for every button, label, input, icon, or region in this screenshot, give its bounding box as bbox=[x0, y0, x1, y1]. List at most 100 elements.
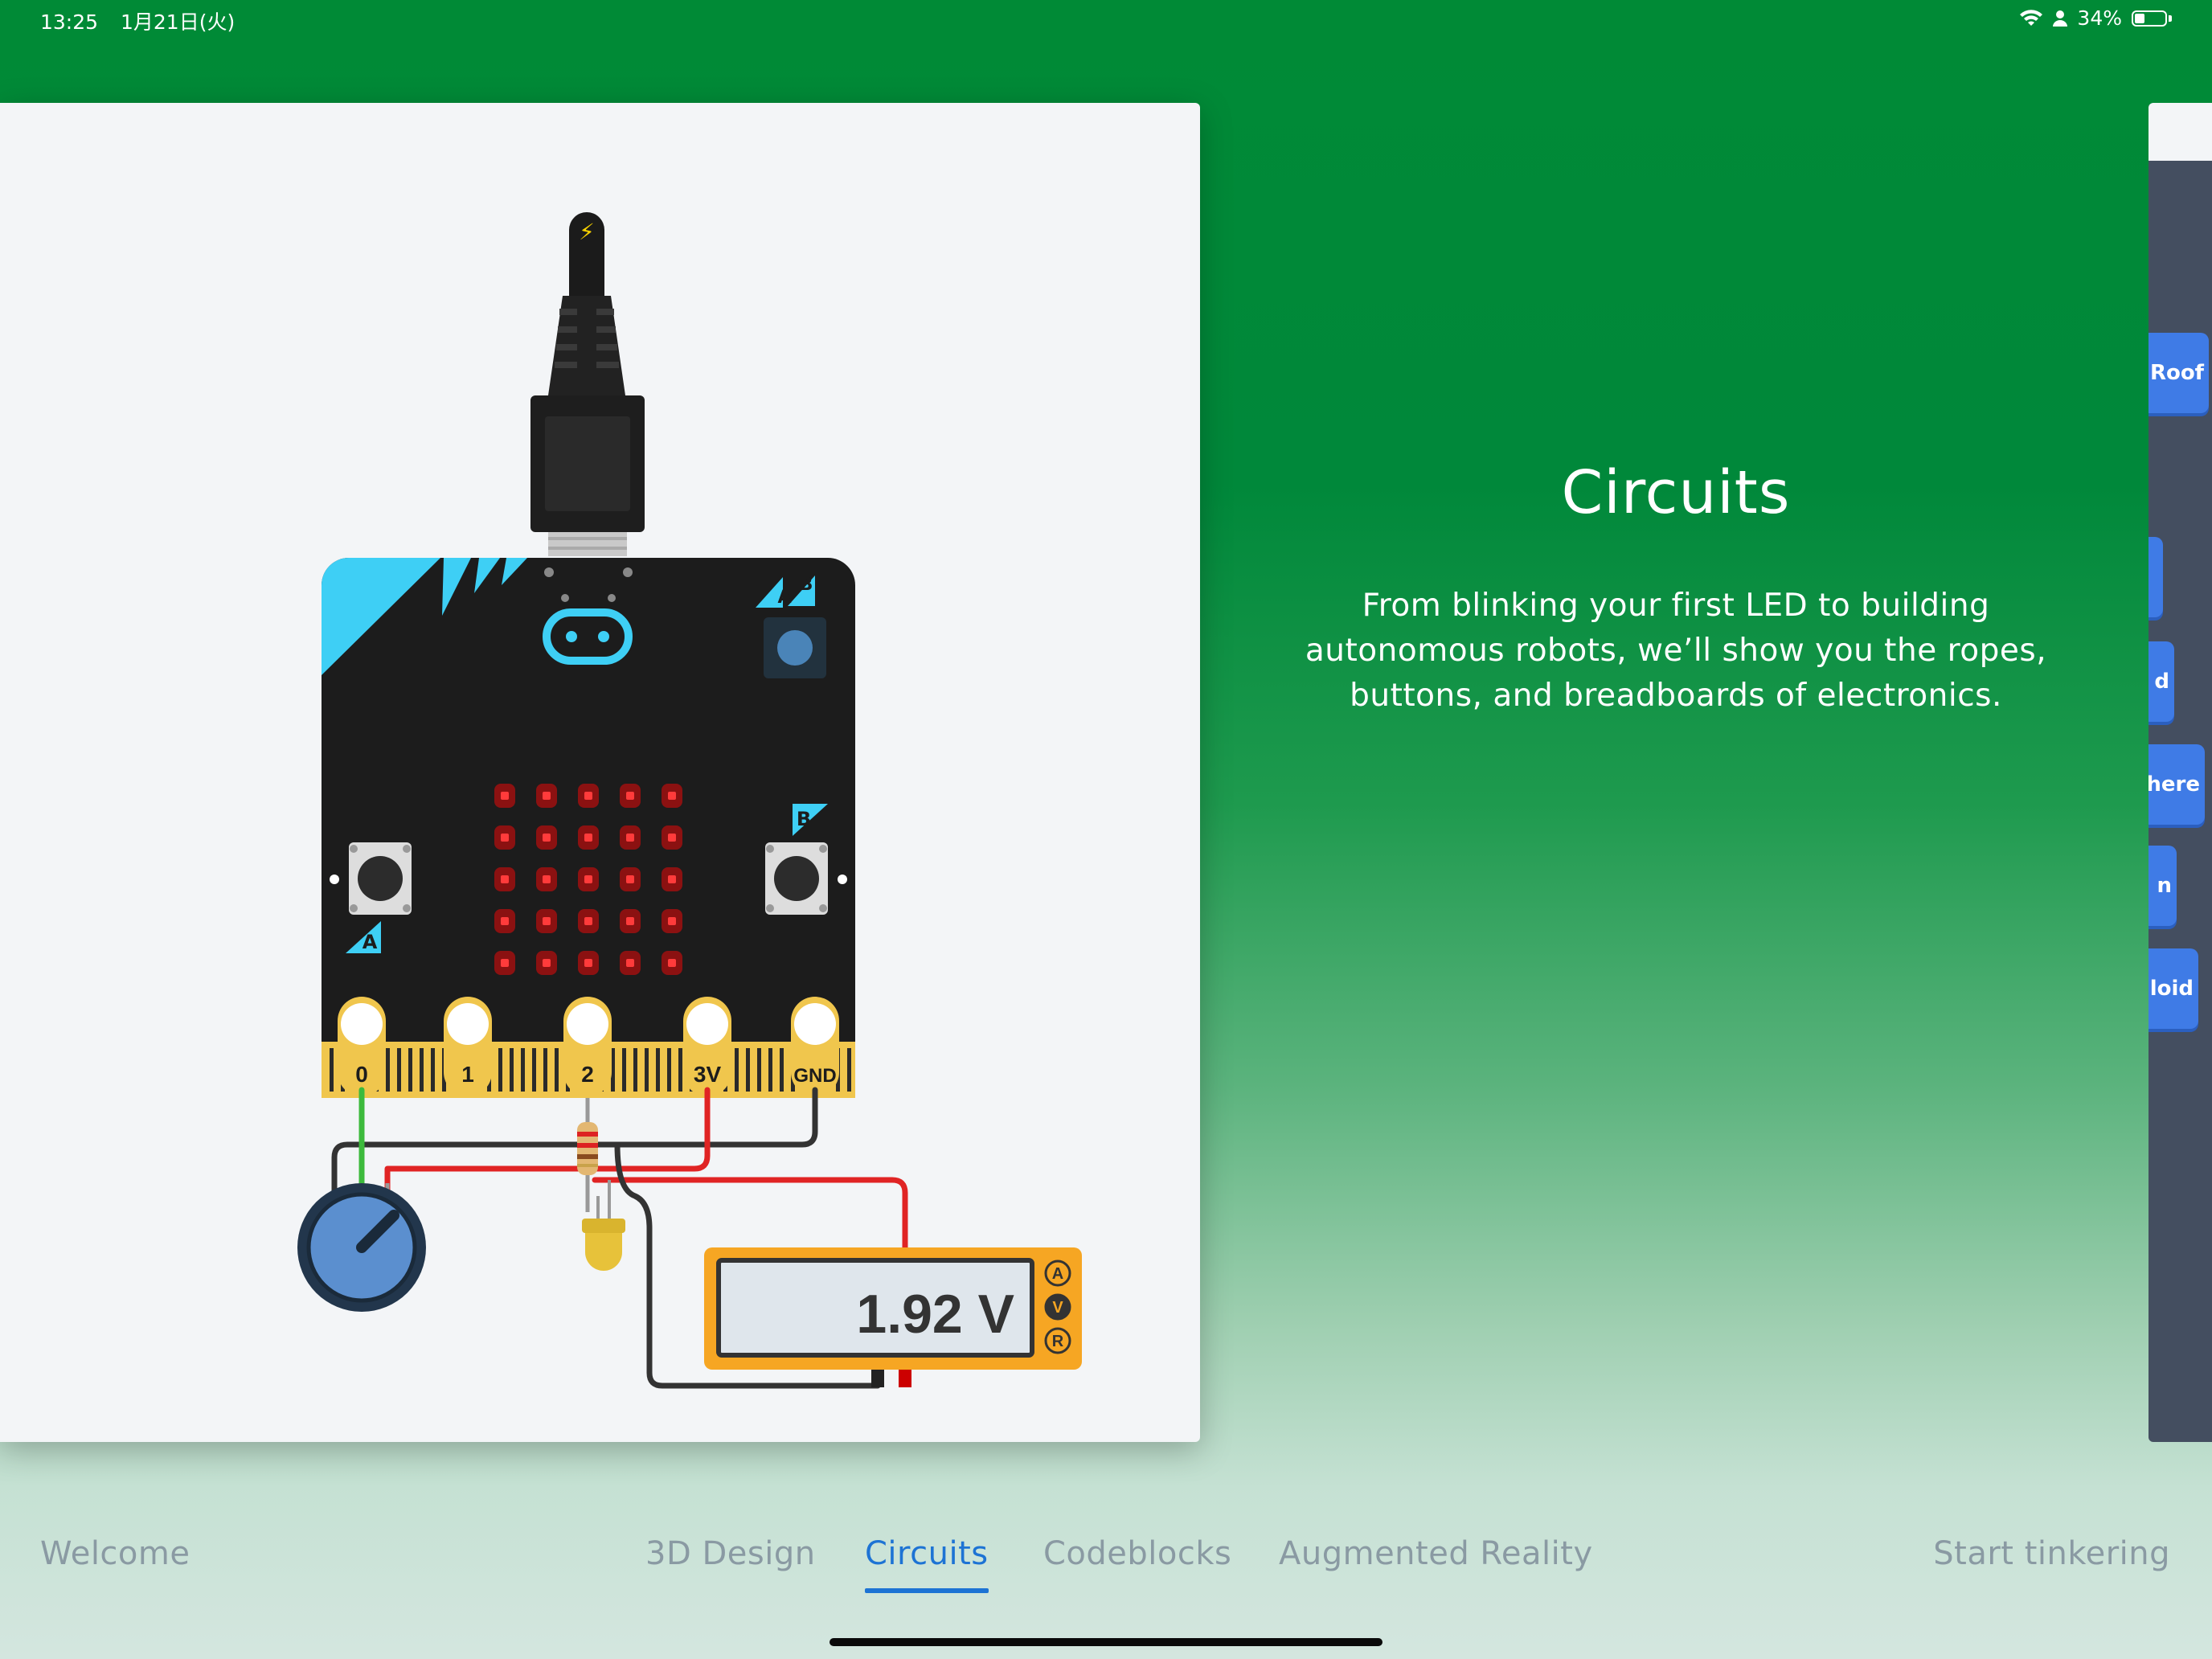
next-card-top bbox=[2149, 103, 2212, 161]
tab-welcome[interactable]: Welcome bbox=[40, 1535, 190, 1572]
pin-label: 0 bbox=[355, 1062, 368, 1087]
resistor bbox=[577, 1098, 598, 1212]
status-bar: 13:25 1月21日(火) 34% bbox=[0, 0, 2212, 39]
pin-label: GND bbox=[793, 1065, 836, 1087]
led-pixel-core bbox=[543, 917, 551, 925]
next-card-peek[interactable]: Roof d here n loid bbox=[2149, 103, 2212, 1442]
connector-stripe bbox=[330, 1048, 334, 1092]
pin-hole bbox=[447, 1003, 489, 1045]
status-bar-left: 13:25 1月21日(火) bbox=[40, 6, 251, 35]
code-block: n bbox=[2149, 846, 2177, 926]
svg-text:B: B bbox=[800, 575, 813, 595]
led-pixel-core bbox=[626, 834, 634, 842]
led-pixel-core bbox=[584, 875, 592, 883]
pin-label: 3V bbox=[694, 1062, 722, 1087]
code-block: loid bbox=[2149, 948, 2198, 1029]
led-pixel-core bbox=[626, 959, 634, 967]
led-pixel-core bbox=[668, 834, 676, 842]
connector-stripe bbox=[431, 1048, 435, 1092]
status-bar-right: 34% bbox=[2019, 6, 2172, 30]
pin-label: 2 bbox=[581, 1062, 594, 1087]
connector-stripe bbox=[678, 1048, 682, 1092]
pin-hole bbox=[794, 1003, 836, 1045]
battery-tip bbox=[2169, 14, 2172, 22]
led-pixel-core bbox=[626, 917, 634, 925]
tab-circuits[interactable]: Circuits bbox=[865, 1535, 989, 1593]
connector-stripe bbox=[768, 1048, 772, 1092]
led-pixel-core bbox=[584, 917, 592, 925]
led-pixel-core bbox=[668, 875, 676, 883]
hero-title: Circuits bbox=[1561, 458, 1791, 527]
connector-stripe bbox=[780, 1048, 784, 1092]
battery-percentage: 34% bbox=[2077, 6, 2122, 30]
connector-stripe bbox=[633, 1048, 637, 1092]
home-indicator[interactable] bbox=[830, 1638, 1382, 1646]
connector-stripe bbox=[645, 1048, 649, 1092]
connector-stripe bbox=[847, 1048, 851, 1092]
connector-stripe bbox=[532, 1048, 536, 1092]
button-a bbox=[349, 842, 412, 915]
connector-stripe bbox=[622, 1048, 626, 1092]
status-date: 1月21日(火) bbox=[121, 10, 236, 34]
connector-stripe bbox=[408, 1048, 412, 1092]
multimeter-reading: 1.92 V bbox=[856, 1284, 1014, 1345]
onboarding-tabs: Welcome 3D Design Circuits Codeblocks Au… bbox=[0, 1535, 2212, 1593]
pin-hole bbox=[567, 1003, 608, 1045]
connector-stripe bbox=[667, 1048, 671, 1092]
multimeter: 1.92 V AVR bbox=[704, 1247, 1082, 1387]
led-pixel-core bbox=[501, 917, 509, 925]
led-pixel-core bbox=[668, 917, 676, 925]
connector-stripe bbox=[420, 1048, 424, 1092]
led-pixel-core bbox=[501, 834, 509, 842]
led-pixel-core bbox=[668, 792, 676, 800]
code-block: d bbox=[2149, 641, 2174, 722]
connector-stripe bbox=[521, 1048, 525, 1092]
led-pixel-core bbox=[668, 959, 676, 967]
code-block bbox=[2149, 537, 2163, 617]
connector-stripe bbox=[735, 1048, 739, 1092]
microbit-circuit-illustration: ⚡ A B B A 0 1 2 3V GND 1.92 V AVR bbox=[297, 212, 1082, 1389]
led-pixel-core bbox=[584, 959, 592, 967]
led-pixel-core bbox=[501, 875, 509, 883]
svg-text:A: A bbox=[363, 931, 378, 953]
connector-stripe bbox=[397, 1048, 401, 1092]
wifi-icon bbox=[2020, 9, 2043, 26]
svg-text:A: A bbox=[777, 588, 791, 608]
led-pixel-core bbox=[584, 792, 592, 800]
connector-stripe bbox=[757, 1048, 761, 1092]
circuits-illustration-card[interactable]: ⚡ A B B A 0 1 2 3V GND 1.92 V A V R bbox=[0, 103, 1200, 1442]
mode-label: V bbox=[1052, 1299, 1063, 1317]
connector-stripe bbox=[510, 1048, 514, 1092]
status-time: 13:25 bbox=[40, 10, 99, 34]
svg-text:B: B bbox=[797, 808, 811, 830]
pin-hole bbox=[686, 1003, 728, 1045]
microbit-board: A B B A 0 1 2 3V GND bbox=[322, 558, 855, 1098]
battery-icon bbox=[2132, 10, 2167, 27]
led-pixel-core bbox=[543, 959, 551, 967]
pin-hole bbox=[341, 1003, 383, 1045]
person-icon bbox=[2053, 10, 2068, 27]
mode-label: A bbox=[1052, 1265, 1063, 1283]
led-pixel-core bbox=[626, 875, 634, 883]
hero-description: From blinking your first LED to building… bbox=[1305, 588, 2047, 714]
mode-label: R bbox=[1052, 1333, 1064, 1350]
connector-stripe bbox=[543, 1048, 547, 1092]
connector-stripe bbox=[746, 1048, 750, 1092]
connector-stripe bbox=[386, 1048, 390, 1092]
connector-stripe bbox=[656, 1048, 660, 1092]
start-tinkering-button[interactable]: Start tinkering bbox=[1933, 1535, 2170, 1572]
led-pixel-core bbox=[626, 792, 634, 800]
tab-codeblocks[interactable]: Codeblocks bbox=[1043, 1535, 1231, 1572]
tab-augmented-reality[interactable]: Augmented Reality bbox=[1279, 1535, 1593, 1572]
led-pixel-core bbox=[543, 792, 551, 800]
led-pixel-core bbox=[501, 959, 509, 967]
pin-label: 1 bbox=[461, 1062, 474, 1087]
svg-text:⚡: ⚡ bbox=[579, 219, 595, 245]
usb-cable: ⚡ bbox=[530, 212, 645, 556]
connector-stripe bbox=[498, 1048, 502, 1092]
led-pixel-core bbox=[501, 792, 509, 800]
code-block: here bbox=[2149, 744, 2205, 825]
led-pixel-core bbox=[543, 875, 551, 883]
button-b bbox=[765, 842, 828, 915]
tab-3d-design[interactable]: 3D Design bbox=[645, 1535, 816, 1572]
